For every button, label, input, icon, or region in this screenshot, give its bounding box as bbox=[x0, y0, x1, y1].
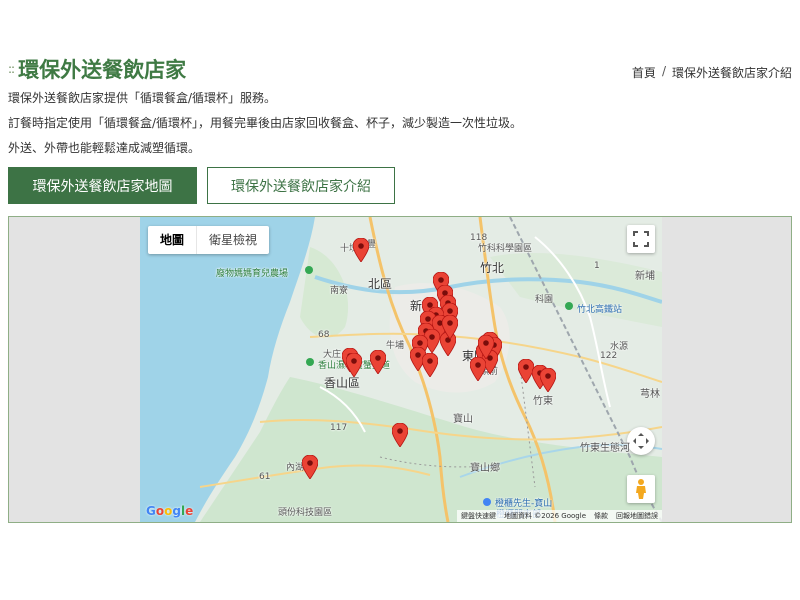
map-label-area-ke: 科園 bbox=[535, 295, 554, 305]
breadcrumb-home-link[interactable]: 首頁 bbox=[632, 64, 656, 81]
map-label-science-park2: 頭份科技園區 bbox=[278, 508, 333, 518]
map-label-road-68: 68 bbox=[318, 330, 330, 340]
store-marker-pin-icon[interactable] bbox=[478, 335, 494, 359]
title-decoration-icon: :: bbox=[8, 62, 15, 76]
store-marker-pin-icon[interactable] bbox=[422, 353, 438, 377]
page-title: 環保外送餐飲店家 bbox=[18, 58, 187, 82]
store-marker-pin-icon[interactable] bbox=[442, 315, 458, 339]
map-label-baoshan-township: 寶山鄉 bbox=[470, 463, 500, 474]
fullscreen-icon bbox=[633, 231, 649, 247]
map-label-area-shuiyuan: 水源 bbox=[610, 342, 629, 352]
terms-link[interactable]: 條款 bbox=[594, 511, 608, 521]
map-tab-button[interactable]: 環保外送餐飲店家地圖 bbox=[8, 167, 197, 204]
camera-control-button[interactable] bbox=[627, 427, 655, 455]
map-label-road-122: 122 bbox=[600, 351, 618, 361]
breadcrumb-current-link[interactable]: 環保外送餐飲店家介紹 bbox=[672, 64, 792, 81]
store-marker-pin-icon[interactable] bbox=[470, 357, 486, 381]
wetland-poi-icon bbox=[306, 358, 314, 366]
map-type-control: 地圖 衛星檢視 bbox=[148, 226, 270, 254]
title-group: :: 環保外送餐飲店家 bbox=[8, 54, 186, 84]
map-label-baoshan: 寶山 bbox=[453, 414, 473, 425]
store-marker-pin-icon[interactable] bbox=[346, 353, 362, 377]
map-data-credit: 地圖資料 ©2026 Google bbox=[504, 512, 586, 520]
map-label-qionglin: 芎林 bbox=[640, 389, 660, 400]
map-label-road-118: 118 bbox=[470, 233, 488, 243]
shop-poi-icon bbox=[483, 498, 491, 506]
intro-tab-button[interactable]: 環保外送餐飲店家介紹 bbox=[207, 167, 395, 204]
store-marker-pin-icon[interactable] bbox=[302, 455, 318, 479]
google-map[interactable]: 地圖 衛星檢視 竹北 新埔 新竹 北區 東區 香山區 寶山 bbox=[140, 217, 662, 522]
map-label-road-117: 117 bbox=[330, 423, 348, 433]
map-label-north: 北區 bbox=[368, 277, 393, 291]
map-label-zhudong: 竹東 bbox=[533, 396, 553, 407]
map-label-farm: 廢物媽媽育兒農場 bbox=[216, 269, 289, 279]
map-label-road-61: 61 bbox=[259, 472, 271, 482]
description-line-2: 訂餐時指定使用「循環餐盒/循環杯」，用餐完畢後由店家回收餐盒、杯子，減少製造一次… bbox=[8, 116, 523, 130]
breadcrumb-separator: / bbox=[661, 64, 666, 78]
map-label-road-1: 1 bbox=[594, 261, 600, 271]
map-label-area-niupu: 牛埔 bbox=[386, 341, 405, 351]
map-label-area-nanliao: 南寮 bbox=[330, 286, 349, 296]
store-marker-pin-icon[interactable] bbox=[392, 423, 408, 447]
breadcrumb: 首頁 / 環保外送餐飲店家介紹 bbox=[632, 64, 792, 81]
camera-move-icon bbox=[633, 433, 649, 449]
map-label-zhudong-river: 竹東生態河 bbox=[580, 443, 630, 454]
description-line-1: 環保外送餐飲店家提供「循環餐盒/循環杯」服務。 bbox=[8, 91, 277, 105]
pegman-icon bbox=[636, 479, 646, 499]
google-logo: Google bbox=[146, 504, 194, 518]
fullscreen-button[interactable] bbox=[627, 225, 655, 253]
map-label-xinpu: 新埔 bbox=[635, 271, 655, 282]
map-label-zhubei-hsr: 竹北高鐵站 bbox=[577, 305, 623, 315]
description-line-3: 外送、外帶也能輕鬆達成減塑循環。 bbox=[8, 141, 201, 155]
store-marker-pin-icon[interactable] bbox=[353, 238, 369, 262]
store-marker-pin-icon[interactable] bbox=[540, 368, 556, 392]
report-error-link[interactable]: 回報地圖錯誤 bbox=[616, 511, 658, 521]
map-label-area-dazhuang: 大庄 bbox=[323, 350, 342, 360]
map-base-graphic bbox=[140, 217, 662, 522]
keyboard-shortcuts-link[interactable]: 鍵盤快速鍵 bbox=[461, 511, 496, 521]
street-view-pegman-button[interactable] bbox=[627, 475, 655, 503]
farm-poi-icon bbox=[305, 266, 313, 274]
store-marker-pin-icon[interactable] bbox=[370, 350, 386, 374]
page-header: :: 環保外送餐飲店家 首頁 / 環保外送餐飲店家介紹 bbox=[8, 54, 792, 84]
map-frame: 地圖 衛星檢視 竹北 新埔 新竹 北區 東區 香山區 寶山 bbox=[8, 216, 792, 523]
map-attribution: 鍵盤快速鍵 地圖資料 ©2026 Google 條款 回報地圖錯誤 bbox=[457, 510, 662, 522]
map-type-satellite-button[interactable]: 衛星檢視 bbox=[196, 226, 269, 254]
map-type-map-button[interactable]: 地圖 bbox=[148, 226, 196, 254]
map-label-zhubei: 竹北 bbox=[480, 261, 505, 275]
hsr-station-icon bbox=[565, 302, 573, 310]
